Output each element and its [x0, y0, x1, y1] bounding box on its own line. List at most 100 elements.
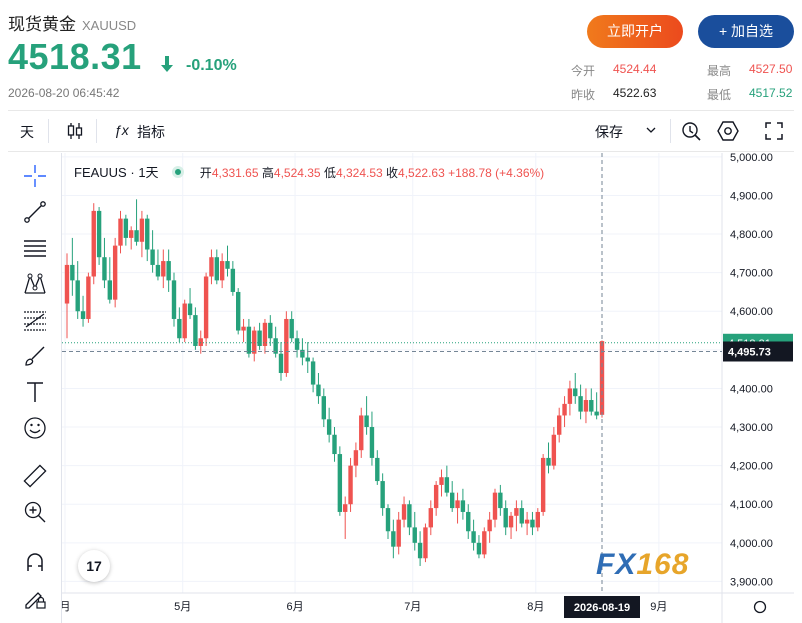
crosshair-icon[interactable] — [22, 163, 48, 189]
candle-body — [166, 261, 171, 281]
axis-settings-icon[interactable] — [753, 600, 767, 614]
legend-open-value: 4,331.65 — [211, 166, 259, 180]
candle-body — [123, 218, 129, 238]
fx-indicator-icon[interactable]: ƒx — [114, 122, 129, 138]
candle-body — [230, 268, 236, 292]
candle-body — [482, 531, 487, 555]
drawing-toolbar — [8, 153, 62, 623]
visibility-eye-icon[interactable] — [172, 166, 185, 178]
candle-body — [102, 257, 107, 281]
stat-open-value: 4524.44 — [613, 62, 657, 76]
candle-body — [369, 427, 375, 458]
down-arrow-icon — [161, 56, 173, 72]
candle-style-icon[interactable] — [66, 121, 84, 141]
magnet-icon[interactable] — [22, 549, 48, 575]
candle-body — [450, 492, 455, 509]
time-axis-label: 9月 — [650, 601, 667, 613]
crosshair-date-label: 2026-08-19 — [574, 602, 630, 614]
stat-open-label: 今开 — [571, 64, 596, 78]
price-axis-label: 4,400.00 — [730, 383, 773, 395]
candle-body — [150, 249, 155, 265]
candle-body — [375, 457, 380, 482]
candle-body — [519, 508, 524, 524]
open-account-button[interactable]: 立即开户 — [587, 15, 683, 48]
candle-body — [326, 419, 332, 435]
indicators-button[interactable]: 指标 — [137, 122, 165, 142]
stat-prev-close-value: 4522.63 — [613, 86, 657, 100]
candle-body — [252, 330, 257, 354]
interval-selector[interactable]: 天 — [20, 122, 34, 142]
candle-body — [70, 264, 75, 281]
candle-body — [524, 519, 530, 524]
price-axis-label: 3,900.00 — [730, 576, 773, 588]
candle-body — [460, 500, 466, 512]
save-button[interactable]: 保存 — [595, 122, 623, 142]
stat-low-label: 最低 — [707, 88, 732, 102]
price-change-percent: -0.10% — [186, 57, 237, 74]
candle-body — [214, 257, 219, 281]
candle-body — [91, 210, 96, 277]
candle-body — [241, 326, 246, 331]
legend-close-label: 收 — [386, 166, 399, 180]
candle-body — [118, 218, 123, 246]
brush-icon[interactable] — [22, 343, 48, 369]
candle-body — [391, 531, 396, 547]
fullscreen-icon[interactable] — [764, 121, 784, 141]
emoji-icon[interactable] — [22, 415, 48, 441]
lock-pencil-icon[interactable] — [22, 585, 48, 611]
text-icon[interactable] — [22, 379, 48, 405]
legend-interval: 1天 — [138, 165, 159, 180]
candle-body — [268, 322, 273, 339]
tradingview-logo[interactable]: 17 — [78, 550, 110, 582]
add-watchlist-button[interactable]: + 加自选 — [698, 15, 794, 48]
candle-body — [203, 276, 209, 339]
legend-change: +188.78 (+4.36%) — [448, 166, 545, 180]
candle-body — [129, 230, 134, 238]
candle-body — [359, 415, 364, 451]
candle-body — [321, 396, 326, 420]
stat-high-value: 4527.50 — [749, 62, 793, 76]
pattern-icon[interactable] — [22, 271, 48, 297]
time-axis-label: 8月 — [527, 601, 544, 613]
chevron-down-icon[interactable] — [646, 126, 656, 134]
candle-body — [209, 257, 214, 277]
candle-body — [417, 542, 423, 559]
candle-body — [294, 338, 300, 350]
price-axis-label: 4,200.00 — [730, 461, 773, 473]
candle-body — [177, 318, 182, 339]
candle-body — [310, 361, 316, 385]
candle-body — [284, 318, 289, 373]
candle-body — [236, 291, 241, 331]
candle-body — [412, 527, 417, 543]
candle-body — [492, 492, 498, 520]
price-axis-label: 4,800.00 — [730, 229, 773, 241]
chart-legend: FEAUUS · 1天 开4,331.65 高4,524.35 低4,324.5… — [74, 162, 544, 181]
price-axis-label: 4,600.00 — [730, 306, 773, 318]
candle-body — [225, 261, 230, 269]
stat-prev-close-label: 昨收 — [571, 88, 596, 102]
trend-line-icon[interactable] — [22, 199, 48, 225]
candle-body — [86, 276, 91, 319]
fx168-watermark: FX168 — [596, 548, 689, 582]
candle-body — [145, 218, 150, 250]
ruler-icon[interactable] — [22, 463, 48, 489]
candle-body — [155, 264, 161, 277]
alert-icon[interactable] — [680, 120, 702, 142]
candle-body — [471, 531, 476, 543]
quote-timestamp: 2026-08-20 06:45:42 — [8, 86, 120, 100]
candle-body — [219, 261, 225, 281]
fib-levels-icon[interactable] — [22, 307, 48, 333]
zoom-icon[interactable] — [22, 499, 48, 525]
candle-body — [476, 542, 482, 555]
horizontal-lines-icon[interactable] — [22, 235, 48, 261]
candle-body — [557, 415, 562, 435]
candle-body — [535, 511, 540, 528]
time-axis-label: 月 — [62, 601, 71, 613]
settings-hexagon-icon[interactable] — [716, 119, 740, 143]
candle-body — [562, 403, 567, 416]
instrument-name: 现货黄金 — [8, 15, 76, 34]
toolbar-divider — [670, 119, 671, 143]
legend-open-label: 开 — [199, 166, 212, 180]
legend-high-value: 4,524.35 — [273, 166, 321, 180]
candle-body — [567, 388, 573, 404]
